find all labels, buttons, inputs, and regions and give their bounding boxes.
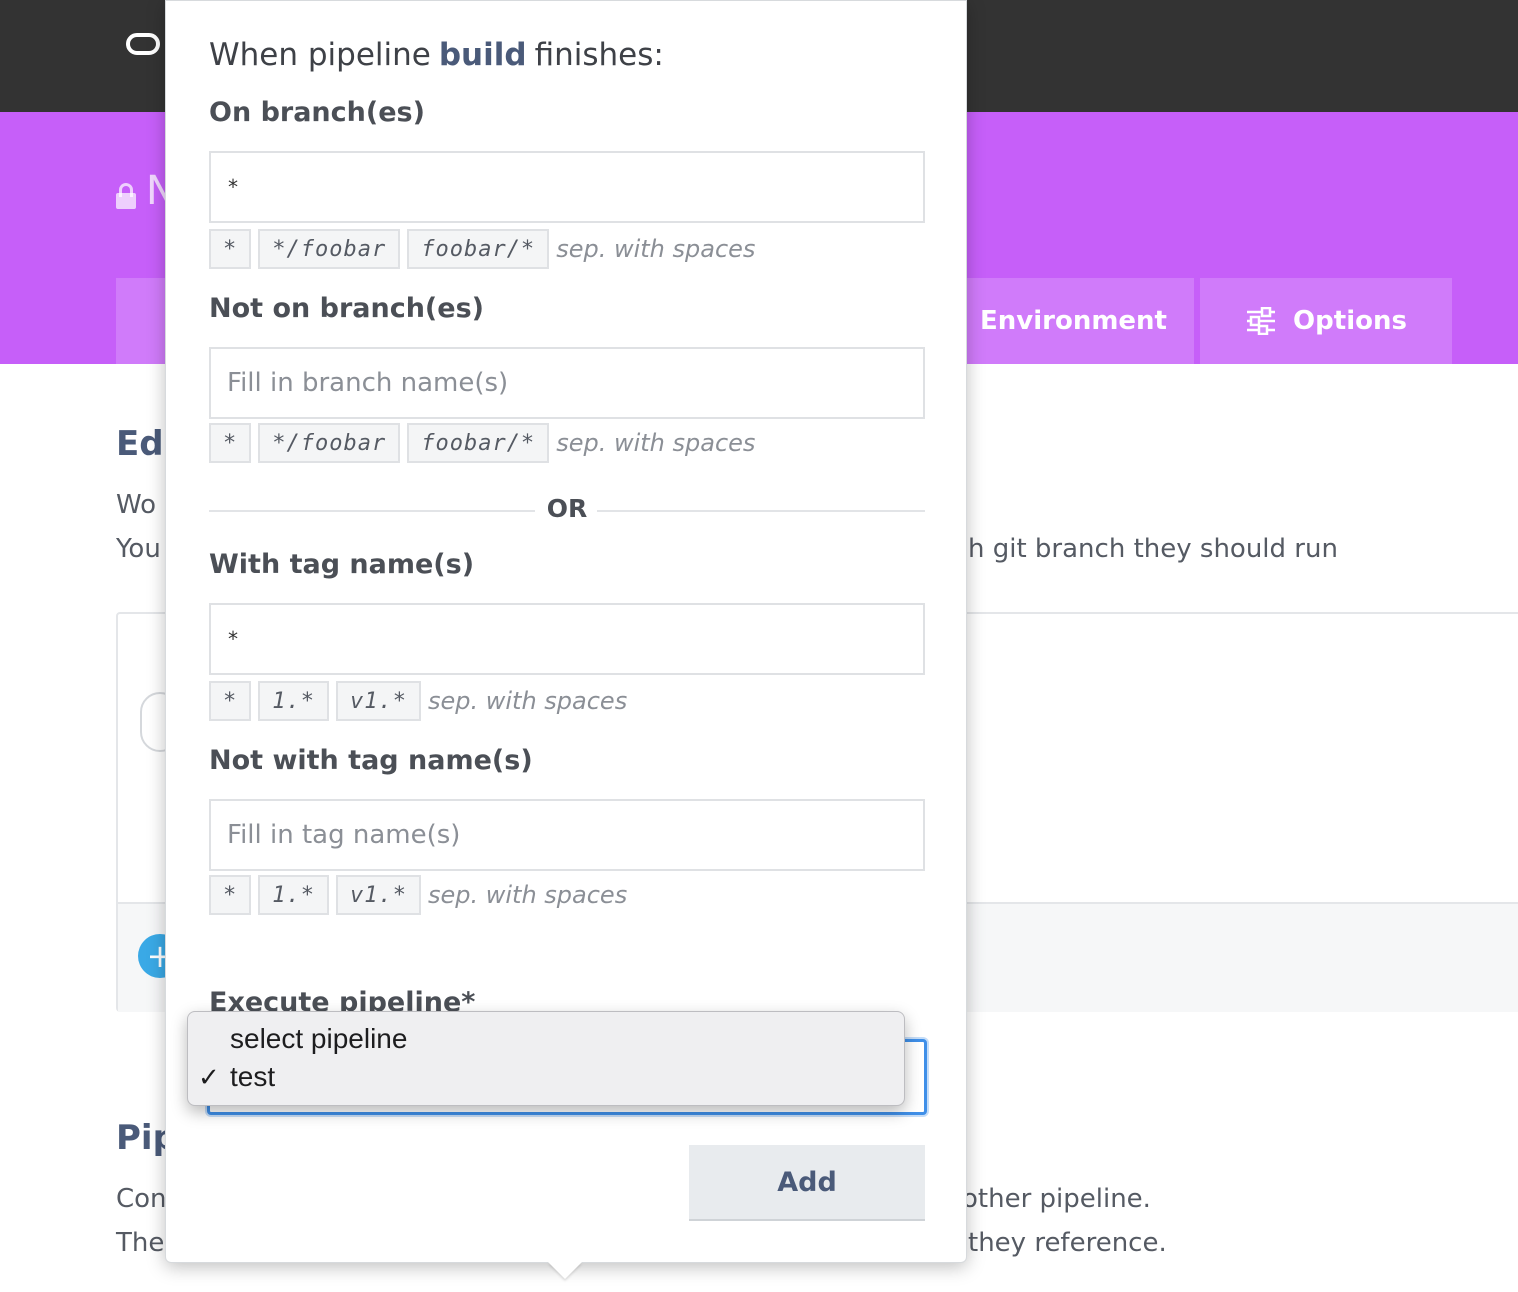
logo[interactable] <box>126 33 160 55</box>
on-branches-label: On branch(es) <box>209 97 425 128</box>
section-text: Wo <box>116 490 157 520</box>
hint-text: sep. with spaces <box>427 687 628 715</box>
section-text: they reference. <box>968 1228 1167 1258</box>
dropdown-option-test[interactable]: ✓ test <box>188 1058 904 1096</box>
tab-options-label: Options <box>1293 306 1407 336</box>
example-code: 1.* <box>258 875 329 915</box>
on-branches-hints: * */foobar foobar/* sep. with spaces <box>209 229 755 269</box>
section-text: other pipeline. <box>962 1184 1151 1214</box>
example-code: * <box>209 423 252 463</box>
not-with-tags-hints: * 1.* v1.* sep. with spaces <box>209 875 627 915</box>
example-code: * <box>209 229 252 269</box>
example-code: v1.* <box>336 681 421 721</box>
example-code: v1.* <box>336 875 421 915</box>
popover-title: When pipeline build finishes: <box>209 37 664 73</box>
checkmark-icon: ✓ <box>198 1062 220 1092</box>
tab-environment-label: Environment <box>980 306 1167 336</box>
not-on-branches-hints: * */foobar foobar/* sep. with spaces <box>209 423 755 463</box>
or-divider: OR <box>209 491 925 531</box>
title-prefix: When pipeline <box>209 37 431 73</box>
example-code: * <box>209 875 252 915</box>
hint-text: sep. with spaces <box>556 235 756 263</box>
or-label: OR <box>546 494 588 523</box>
tab-environment[interactable]: Environment <box>966 278 1194 364</box>
example-code: foobar/* <box>407 229 550 269</box>
pipeline-dropdown-menu: select pipeline ✓ test <box>187 1011 905 1106</box>
example-code: */foobar <box>258 423 401 463</box>
pipeline-name: build <box>438 37 527 73</box>
lock-icon <box>116 183 136 209</box>
with-tags-label: With tag name(s) <box>209 549 475 580</box>
not-on-branches-input[interactable] <box>209 347 925 419</box>
section-text: h git branch they should run <box>968 534 1338 564</box>
hint-text: sep. with spaces <box>556 429 756 457</box>
not-on-branches-label: Not on branch(es) <box>209 293 484 324</box>
popover-arrow <box>548 1262 582 1279</box>
tab-options[interactable]: Options <box>1200 278 1452 364</box>
with-tags-hints: * 1.* v1.* sep. with spaces <box>209 681 627 721</box>
example-code: foobar/* <box>407 423 550 463</box>
not-with-tags-label: Not with tag name(s) <box>209 745 533 776</box>
on-branches-input[interactable] <box>209 151 925 223</box>
not-with-tags-input[interactable] <box>209 799 925 871</box>
dropdown-option-label: test <box>230 1061 276 1092</box>
dropdown-option-label: select pipeline <box>230 1023 408 1054</box>
hint-text: sep. with spaces <box>427 881 628 909</box>
section-text: You <box>116 534 161 564</box>
title-suffix: finishes: <box>534 37 664 73</box>
with-tags-input[interactable] <box>209 603 925 675</box>
example-code: */foobar <box>258 229 401 269</box>
section-text: The <box>116 1228 165 1258</box>
sliders-icon <box>1247 307 1276 335</box>
add-button[interactable]: Add <box>689 1145 925 1221</box>
section-text: Con <box>116 1184 167 1214</box>
example-code: 1.* <box>258 681 329 721</box>
dropdown-option-select-pipeline[interactable]: select pipeline <box>188 1020 904 1058</box>
example-code: * <box>209 681 252 721</box>
